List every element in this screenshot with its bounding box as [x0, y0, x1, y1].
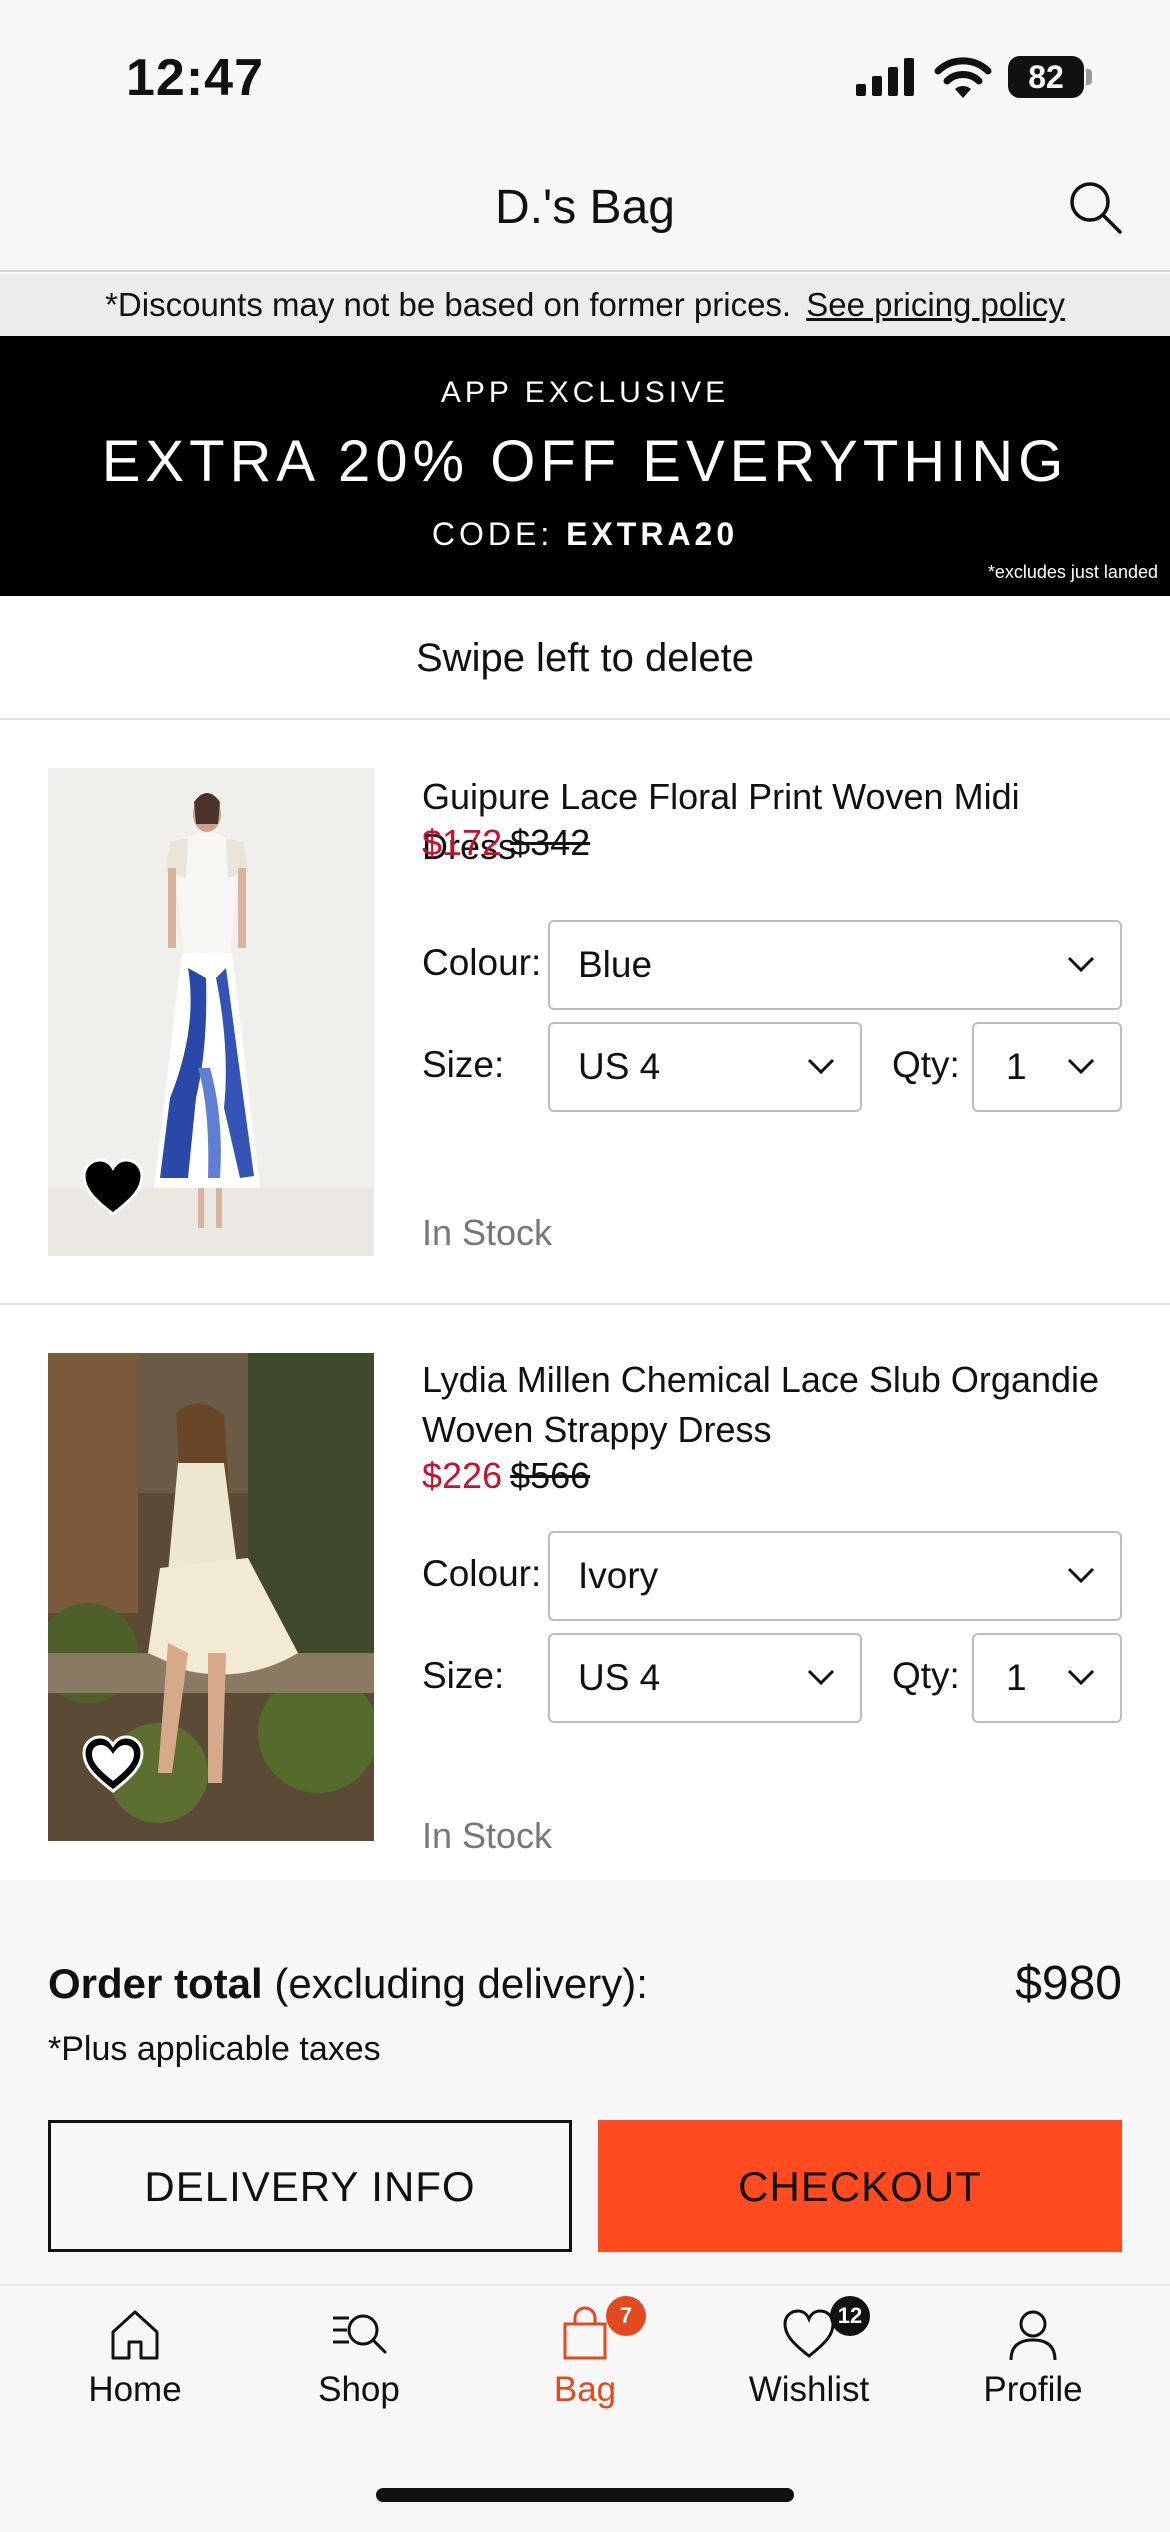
tax-note: *Plus applicable taxes: [48, 2030, 381, 2068]
product-name[interactable]: Lydia Millen Chemical Lace Slub Organdie…: [422, 1355, 1122, 1455]
tab-profile[interactable]: Profile: [916, 2288, 1150, 2428]
sale-price: $226: [422, 1455, 503, 1496]
chevron-down-icon: [807, 1669, 835, 1686]
wifi-icon: [934, 57, 992, 98]
promo-headline: EXTRA 20% OFF EVERYTHING: [101, 429, 1069, 494]
wishlist-heart-filled-icon[interactable]: [82, 1158, 144, 1218]
colour-select[interactable]: Ivory: [548, 1531, 1122, 1621]
qty-label: Qty:: [892, 1044, 960, 1085]
bag-count-badge: 7: [606, 2296, 646, 2336]
colour-value: Blue: [578, 944, 653, 985]
tab-wishlist[interactable]: 12 Wishlist: [692, 2288, 926, 2428]
stock-status: In Stock: [422, 1212, 553, 1253]
tab-label: Home: [88, 2370, 182, 2409]
product-image[interactable]: [48, 768, 374, 1256]
qty-value: 1: [1006, 1046, 1027, 1087]
order-total-label-bold: Order total: [48, 1960, 263, 2007]
tab-shop[interactable]: Shop: [242, 2288, 476, 2428]
pricing-disclaimer: *Discounts may not be based on former pr…: [0, 274, 1170, 336]
battery-level: 82: [1008, 56, 1084, 98]
tab-bag[interactable]: 7 Bag: [468, 2288, 702, 2428]
shop-search-icon: [333, 2314, 387, 2354]
original-price: $566: [510, 1455, 591, 1496]
size-select[interactable]: US 4: [548, 1633, 862, 1723]
bag-item[interactable]: Guipure Lace Floral Print Woven Midi Dre…: [0, 720, 1170, 1305]
disclaimer-text: *Discounts may not be based on former pr…: [105, 286, 792, 323]
wishlist-count-badge: 12: [830, 2296, 870, 2336]
delivery-info-button[interactable]: DELIVERY INFO: [48, 2120, 572, 2252]
tab-label: Profile: [983, 2370, 1083, 2409]
promo-code-label: CODE:: [431, 516, 554, 552]
order-total-amount: $980: [1015, 1957, 1122, 2010]
promo-code: CODE: EXTRA20: [0, 516, 1170, 553]
tab-label: Shop: [318, 2370, 400, 2409]
product-price: $172 $342: [422, 822, 590, 864]
wishlist-heart-outline-icon[interactable]: [82, 1735, 144, 1795]
chevron-down-icon: [807, 1058, 835, 1075]
app-header: D.'s Bag: [0, 150, 1170, 272]
checkout-button[interactable]: CHECKOUT: [598, 2120, 1122, 2252]
page-title: D.'s Bag: [495, 181, 675, 234]
qty-label: Qty:: [892, 1655, 960, 1696]
order-total-label-rest: (excluding delivery):: [274, 1960, 648, 2007]
search-icon[interactable]: [1066, 178, 1124, 236]
size-value: US 4: [578, 1046, 661, 1087]
bag-items-list: Guipure Lace Floral Print Woven Midi Dre…: [0, 720, 1170, 1880]
qty-select[interactable]: 1: [972, 1022, 1122, 1112]
qty-select[interactable]: 1: [972, 1633, 1122, 1723]
stock-status: In Stock: [422, 1815, 553, 1856]
tab-label: Bag: [553, 2370, 617, 2409]
chevron-down-icon: [1067, 1669, 1095, 1686]
swipe-hint: Swipe left to delete: [0, 596, 1170, 720]
chevron-down-icon: [1067, 956, 1095, 973]
battery-icon: 82: [1008, 56, 1092, 98]
original-price: $342: [510, 822, 591, 863]
product-image[interactable]: [48, 1353, 374, 1841]
profile-icon: [1009, 2310, 1057, 2361]
size-label: Size:: [422, 1044, 505, 1085]
tab-home[interactable]: Home: [18, 2288, 252, 2428]
colour-select[interactable]: Blue: [548, 920, 1122, 1010]
status-bar: 12:47 82: [0, 0, 1170, 150]
bag-item[interactable]: Lydia Millen Chemical Lace Slub Organdie…: [0, 1307, 1170, 1880]
pricing-policy-link[interactable]: See pricing policy: [806, 286, 1065, 323]
size-value: US 4: [578, 1657, 661, 1698]
cellular-signal-icon: [856, 58, 914, 96]
tab-label: Wishlist: [748, 2370, 870, 2409]
status-time: 12:47: [126, 49, 264, 107]
qty-value: 1: [1006, 1657, 1027, 1698]
home-indicator[interactable]: [376, 2488, 794, 2502]
colour-label: Colour:: [422, 1553, 542, 1594]
colour-value: Ivory: [578, 1555, 659, 1596]
promo-banner[interactable]: APP EXCLUSIVE EXTRA 20% OFF EVERYTHING C…: [0, 336, 1170, 596]
product-price: $226 $566: [422, 1455, 590, 1497]
home-icon: [111, 2310, 159, 2360]
promo-eyebrow: APP EXCLUSIVE: [440, 376, 730, 409]
promo-code-value: EXTRA20: [566, 516, 739, 552]
chevron-down-icon: [1067, 1058, 1095, 1075]
size-label: Size:: [422, 1655, 505, 1696]
order-summary: Order total (excluding delivery): $980 *…: [0, 1880, 1170, 2286]
sale-price: $172: [422, 822, 503, 863]
size-select[interactable]: US 4: [548, 1022, 862, 1112]
colour-label: Colour:: [422, 942, 542, 983]
chevron-down-icon: [1067, 1567, 1095, 1584]
order-total-label: Order total (excluding delivery):: [48, 1960, 648, 2008]
promo-note: *excludes just landed: [987, 562, 1158, 582]
